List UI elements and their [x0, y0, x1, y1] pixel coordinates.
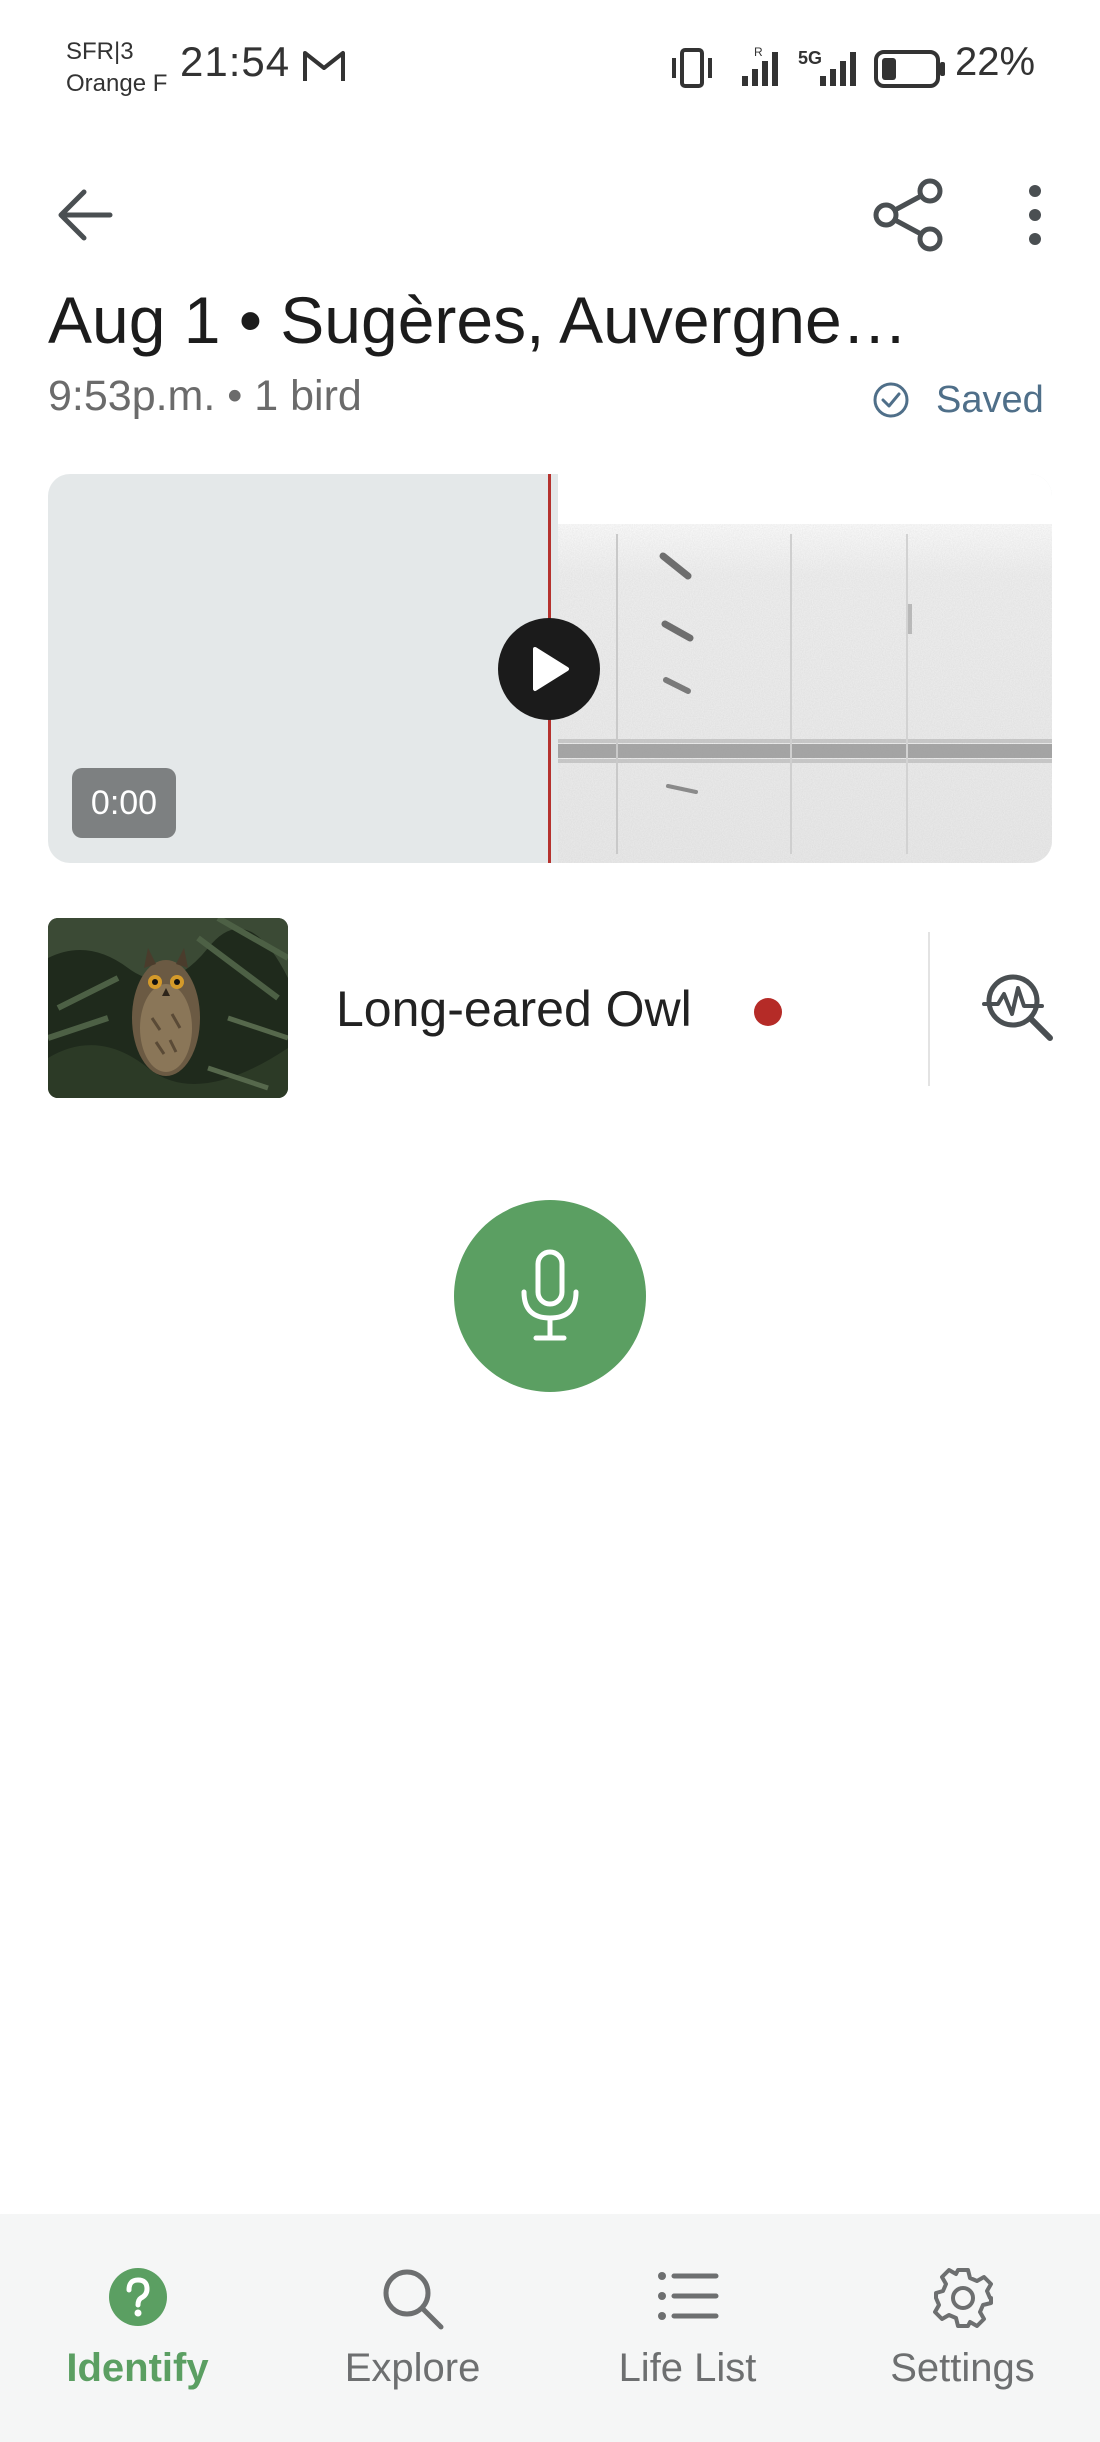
status-bar: SFR|3 Orange F 21:54 R 5G 22% [0, 0, 1100, 140]
audio-analysis-icon[interactable] [980, 968, 1060, 1048]
divider [928, 932, 930, 1086]
play-icon [533, 647, 569, 691]
battery-percentage: 22% [955, 40, 1036, 84]
microphone-icon [521, 1249, 579, 1341]
gear-icon [932, 2268, 993, 2328]
playback-time: 0:00 [72, 768, 176, 838]
carrier-line-2: Orange F [66, 70, 168, 97]
species-thumbnail [48, 918, 288, 1098]
nav-item-explore[interactable]: Explore [275, 2214, 550, 2442]
gmail-icon [303, 51, 345, 81]
recording-title: Aug 1 • Sugères, Auvergne… [48, 283, 908, 357]
nav-label-settings: Settings [890, 2346, 1035, 2390]
network-type-label: 5G [798, 48, 822, 68]
back-arrow-icon[interactable] [50, 180, 120, 250]
search-icon [383, 2269, 443, 2330]
check-circle-icon [873, 382, 909, 418]
nav-item-identify[interactable]: Identify [0, 2214, 275, 2442]
nav-label-life-list: Life List [618, 2346, 757, 2390]
bottom-navigation: Identify Explore Life List Settings [0, 2214, 1100, 2442]
list-icon [657, 2272, 718, 2320]
vibrate-icon [672, 48, 712, 88]
recording-subtitle: 9:53p.m. • 1 bird [48, 372, 362, 420]
saved-status: Saved [872, 375, 1044, 425]
signal-icon-1: R [742, 45, 778, 86]
nav-label-explore: Explore [344, 2346, 481, 2390]
carrier-line-1: SFR|3 [66, 38, 134, 65]
battery-icon [874, 50, 945, 88]
record-microphone-button[interactable] [454, 1200, 646, 1392]
status-clock: 21:54 [180, 38, 291, 85]
saved-label: Saved [936, 378, 1044, 421]
share-icon[interactable] [868, 175, 948, 255]
nav-item-life-list[interactable]: Life List [550, 2214, 825, 2442]
nav-item-settings[interactable]: Settings [825, 2214, 1100, 2442]
system-status-icons: R 5G [672, 45, 945, 88]
species-name: Long-eared Owl [336, 981, 692, 1037]
detection-indicator [754, 998, 782, 1026]
more-options-icon[interactable] [1010, 180, 1060, 250]
play-button[interactable] [498, 618, 600, 720]
svg-text:R: R [754, 45, 763, 59]
sound-id-recording-screen: SFR|3 Orange F 21:54 R 5G 22% Aug 1 • Su… [0, 0, 1100, 2442]
spectrogram-image [558, 474, 1052, 863]
question-circle-icon [108, 2268, 167, 2326]
species-result-row[interactable]: Long-eared Owl [48, 918, 1053, 1098]
carrier-info: SFR|3 Orange F [66, 36, 167, 100]
nav-label-identify: Identify [66, 2346, 209, 2390]
signal-icon-2: 5G [798, 48, 856, 86]
